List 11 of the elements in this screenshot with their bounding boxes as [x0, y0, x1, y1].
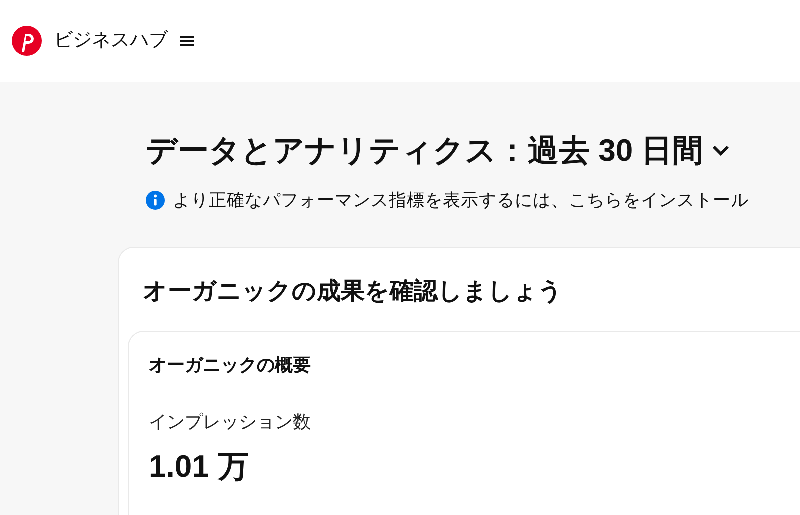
card-title: オーガニックの成果を確認しましょう	[143, 278, 564, 308]
metric-label: インプレッション数	[149, 411, 312, 434]
page-title: データとアナリティクス：過去 30 日間	[146, 132, 704, 170]
overview-title: オーガニックの概要	[149, 354, 312, 378]
menu-icon[interactable]	[180, 35, 194, 47]
metric-value: 1.01 万	[149, 448, 250, 486]
app-name: ビジネスハブ	[54, 28, 168, 53]
logo-icon	[12, 26, 42, 56]
info-icon	[146, 190, 165, 210]
chevron-down-icon[interactable]	[712, 144, 730, 157]
info-message: より正確なパフォーマンス指標を表示するには、こちらをインストール	[173, 189, 749, 212]
